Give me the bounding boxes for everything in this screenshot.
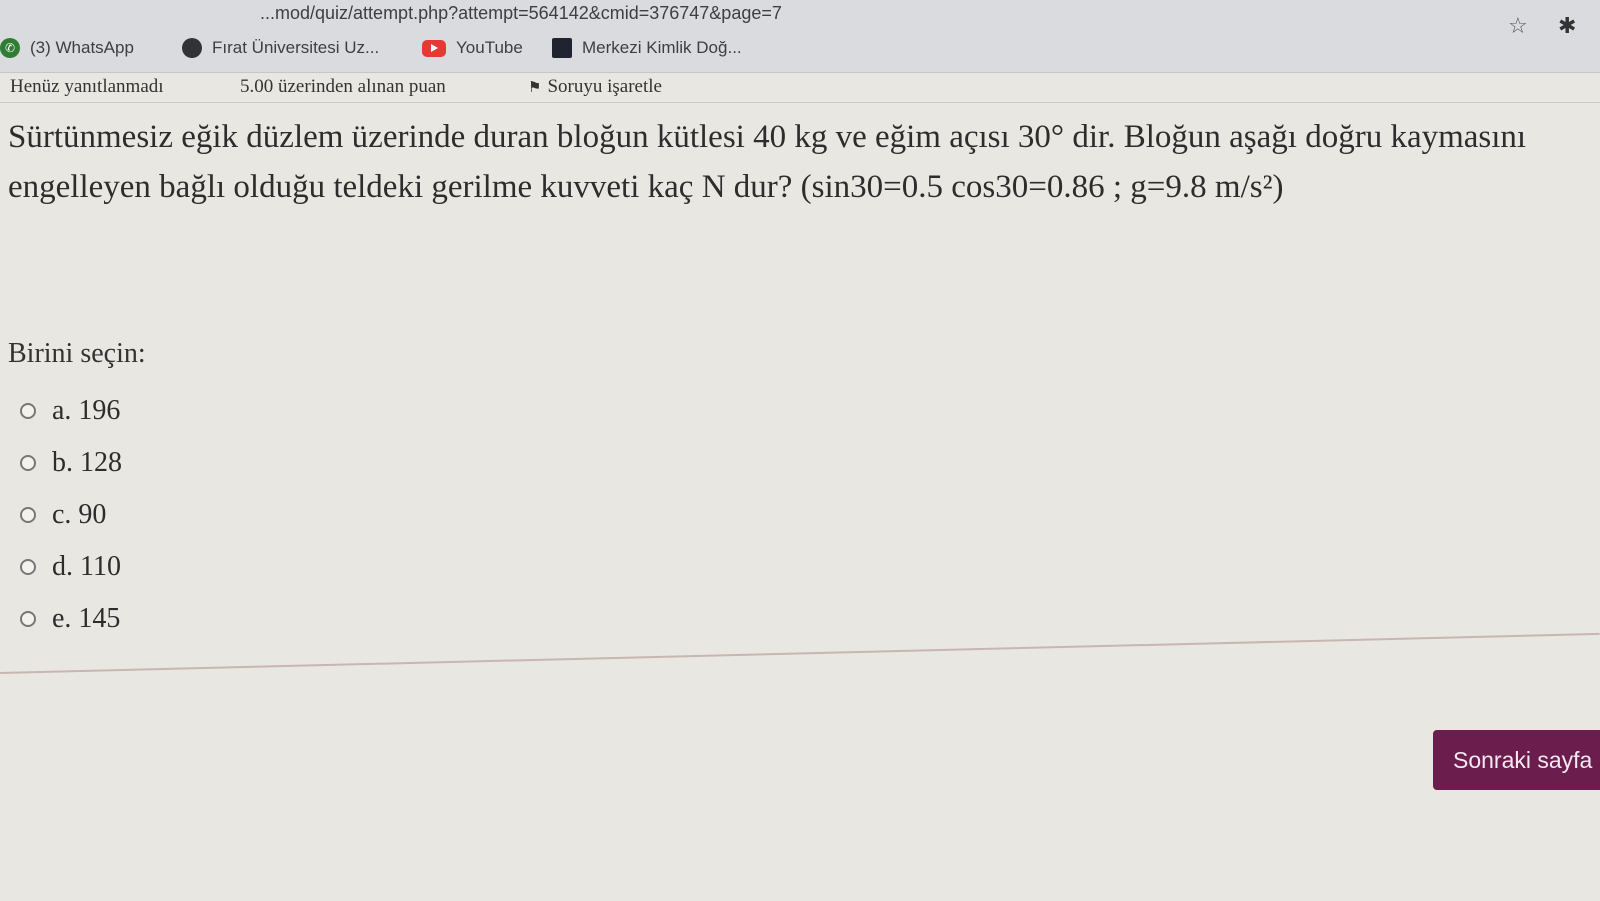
- question-text: Sürtünmesiz eğik düzlem üzerinde duran b…: [8, 119, 1527, 205]
- bookmark-whatsapp[interactable]: ✆ (3) WhatsApp: [0, 34, 134, 62]
- option-label: a. 196: [52, 395, 121, 426]
- youtube-icon: [422, 39, 446, 57]
- answer-prompt: Birini seçin:: [8, 338, 146, 369]
- option-b[interactable]: b. 128: [20, 437, 122, 489]
- identity-icon: [552, 38, 572, 58]
- radio-button[interactable]: [20, 455, 36, 471]
- radio-button[interactable]: [20, 507, 36, 523]
- section-divider: [0, 632, 1600, 674]
- flag-question-link[interactable]: ⚑ Soruyu işaretle: [528, 76, 662, 98]
- option-e[interactable]: e. 145: [20, 593, 122, 645]
- bookmark-label: (3) WhatsApp: [30, 38, 134, 57]
- university-icon: [182, 38, 202, 58]
- question-info-bar: Henüz yanıtlanmadı 5.00 üzerinden alınan…: [0, 72, 1600, 103]
- option-a[interactable]: a. 196: [20, 385, 122, 437]
- answer-status: Henüz yanıtlanmadı: [10, 76, 164, 97]
- option-c[interactable]: c. 90: [20, 489, 122, 541]
- bookmark-firat-universitesi[interactable]: Fırat Üniversitesi Uz...: [182, 34, 379, 62]
- bookmarks-bar: ✆ (3) WhatsApp Fırat Üniversitesi Uz... …: [0, 30, 1600, 66]
- answer-options: a. 196 b. 128 c. 90 d. 110 e. 145: [20, 385, 122, 645]
- whatsapp-icon: ✆: [0, 38, 20, 58]
- address-bar[interactable]: ...mod/quiz/attempt.php?attempt=564142&c…: [260, 0, 782, 26]
- bookmark-merkezi-kimlik[interactable]: Merkezi Kimlik Doğ...: [552, 34, 742, 62]
- bookmark-label: Fırat Üniversitesi Uz...: [212, 38, 380, 57]
- radio-button[interactable]: [20, 611, 36, 627]
- flag-label: Soruyu işaretle: [547, 76, 662, 97]
- option-d[interactable]: d. 110: [20, 541, 122, 593]
- next-page-button[interactable]: Sonraki sayfa: [1433, 730, 1600, 790]
- option-label: c. 90: [52, 499, 107, 530]
- option-label: d. 110: [52, 551, 121, 582]
- radio-button[interactable]: [20, 559, 36, 575]
- flag-icon: ⚑: [528, 78, 542, 96]
- browser-toolbar: ...mod/quiz/attempt.php?attempt=564142&c…: [0, 0, 1600, 73]
- bookmark-label: YouTube: [456, 38, 523, 57]
- question-points: 5.00 üzerinden alınan puan: [240, 76, 446, 97]
- bookmark-label: Merkezi Kimlik Doğ...: [582, 38, 742, 57]
- bookmark-youtube[interactable]: YouTube: [422, 34, 523, 62]
- option-label: b. 128: [52, 447, 122, 478]
- radio-button[interactable]: [20, 403, 36, 419]
- option-label: e. 145: [52, 603, 121, 634]
